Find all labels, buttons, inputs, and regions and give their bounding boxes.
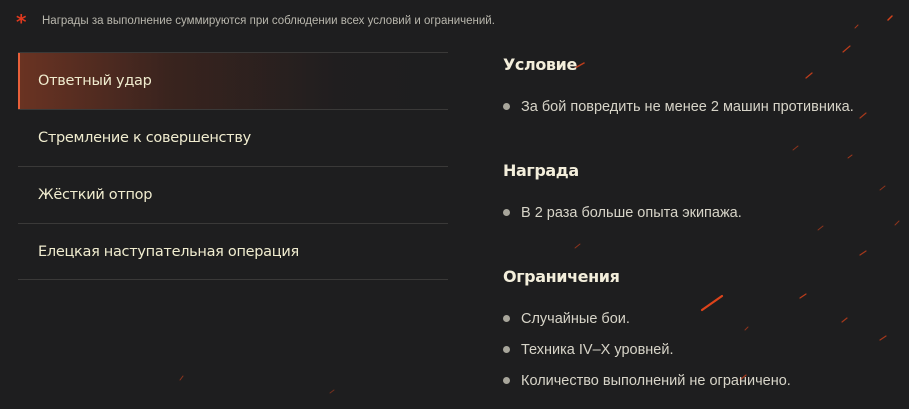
mission-item-label: Стремление к совершенству [38,130,251,146]
asterisk-icon: * [16,10,27,34]
list-item: За бой повредить не менее 2 машин против… [503,91,854,122]
reward-text: В 2 раза больше опыта экипажа. [521,204,742,221]
bullet-icon [503,103,510,110]
bullet-icon [503,315,510,322]
bullet-icon [503,346,510,353]
limits-section: Ограничения Случайные бои. Техника IV–X … [503,264,903,396]
note-text: Награды за выполнение суммируются при со… [42,15,495,27]
list-item: В 2 раза больше опыта экипажа. [503,197,742,228]
limit-text: Случайные бои. [521,310,630,327]
condition-title: Условие [503,55,577,74]
mission-item-tough-rebuff[interactable]: Жёсткий отпор [18,166,448,223]
reward-title: Награда [503,161,579,180]
list-item: Случайные бои. [503,303,903,334]
condition-list: За бой повредить не менее 2 машин против… [503,91,854,122]
list-item: Количество выполнений не ограничено. [503,365,903,396]
mission-item-strive-for-perfection[interactable]: Стремление к совершенству [18,109,448,166]
limits-list: Случайные бои. Техника IV–X уровней. Кол… [503,303,903,396]
reward-list: В 2 раза больше опыта экипажа. [503,197,742,228]
limit-text: Количество выполнений не ограничено. [521,372,791,389]
limits-title: Ограничения [503,267,620,286]
bullet-icon [503,209,510,216]
summation-note: * Награды за выполнение суммируются при … [16,10,495,32]
mission-item-label: Ответный удар [38,73,152,89]
list-item: Техника IV–X уровней. [503,334,903,365]
mission-item-label: Жёсткий отпор [38,187,153,203]
mission-item-label: Елецкая наступательная операция [38,243,299,260]
reward-section: Награда В 2 раза больше опыта экипажа. [503,158,742,228]
limit-text: Техника IV–X уровней. [521,341,674,358]
mission-list: Ответный удар Стремление к совершенству … [18,52,448,280]
bullet-icon [503,377,510,384]
condition-section: Условие За бой повредить не менее 2 маши… [503,52,854,122]
condition-text: За бой повредить не менее 2 машин против… [521,98,854,115]
mission-item-counterstrike[interactable]: Ответный удар [18,52,448,109]
mission-item-yelets-operation[interactable]: Елецкая наступательная операция [18,223,448,280]
